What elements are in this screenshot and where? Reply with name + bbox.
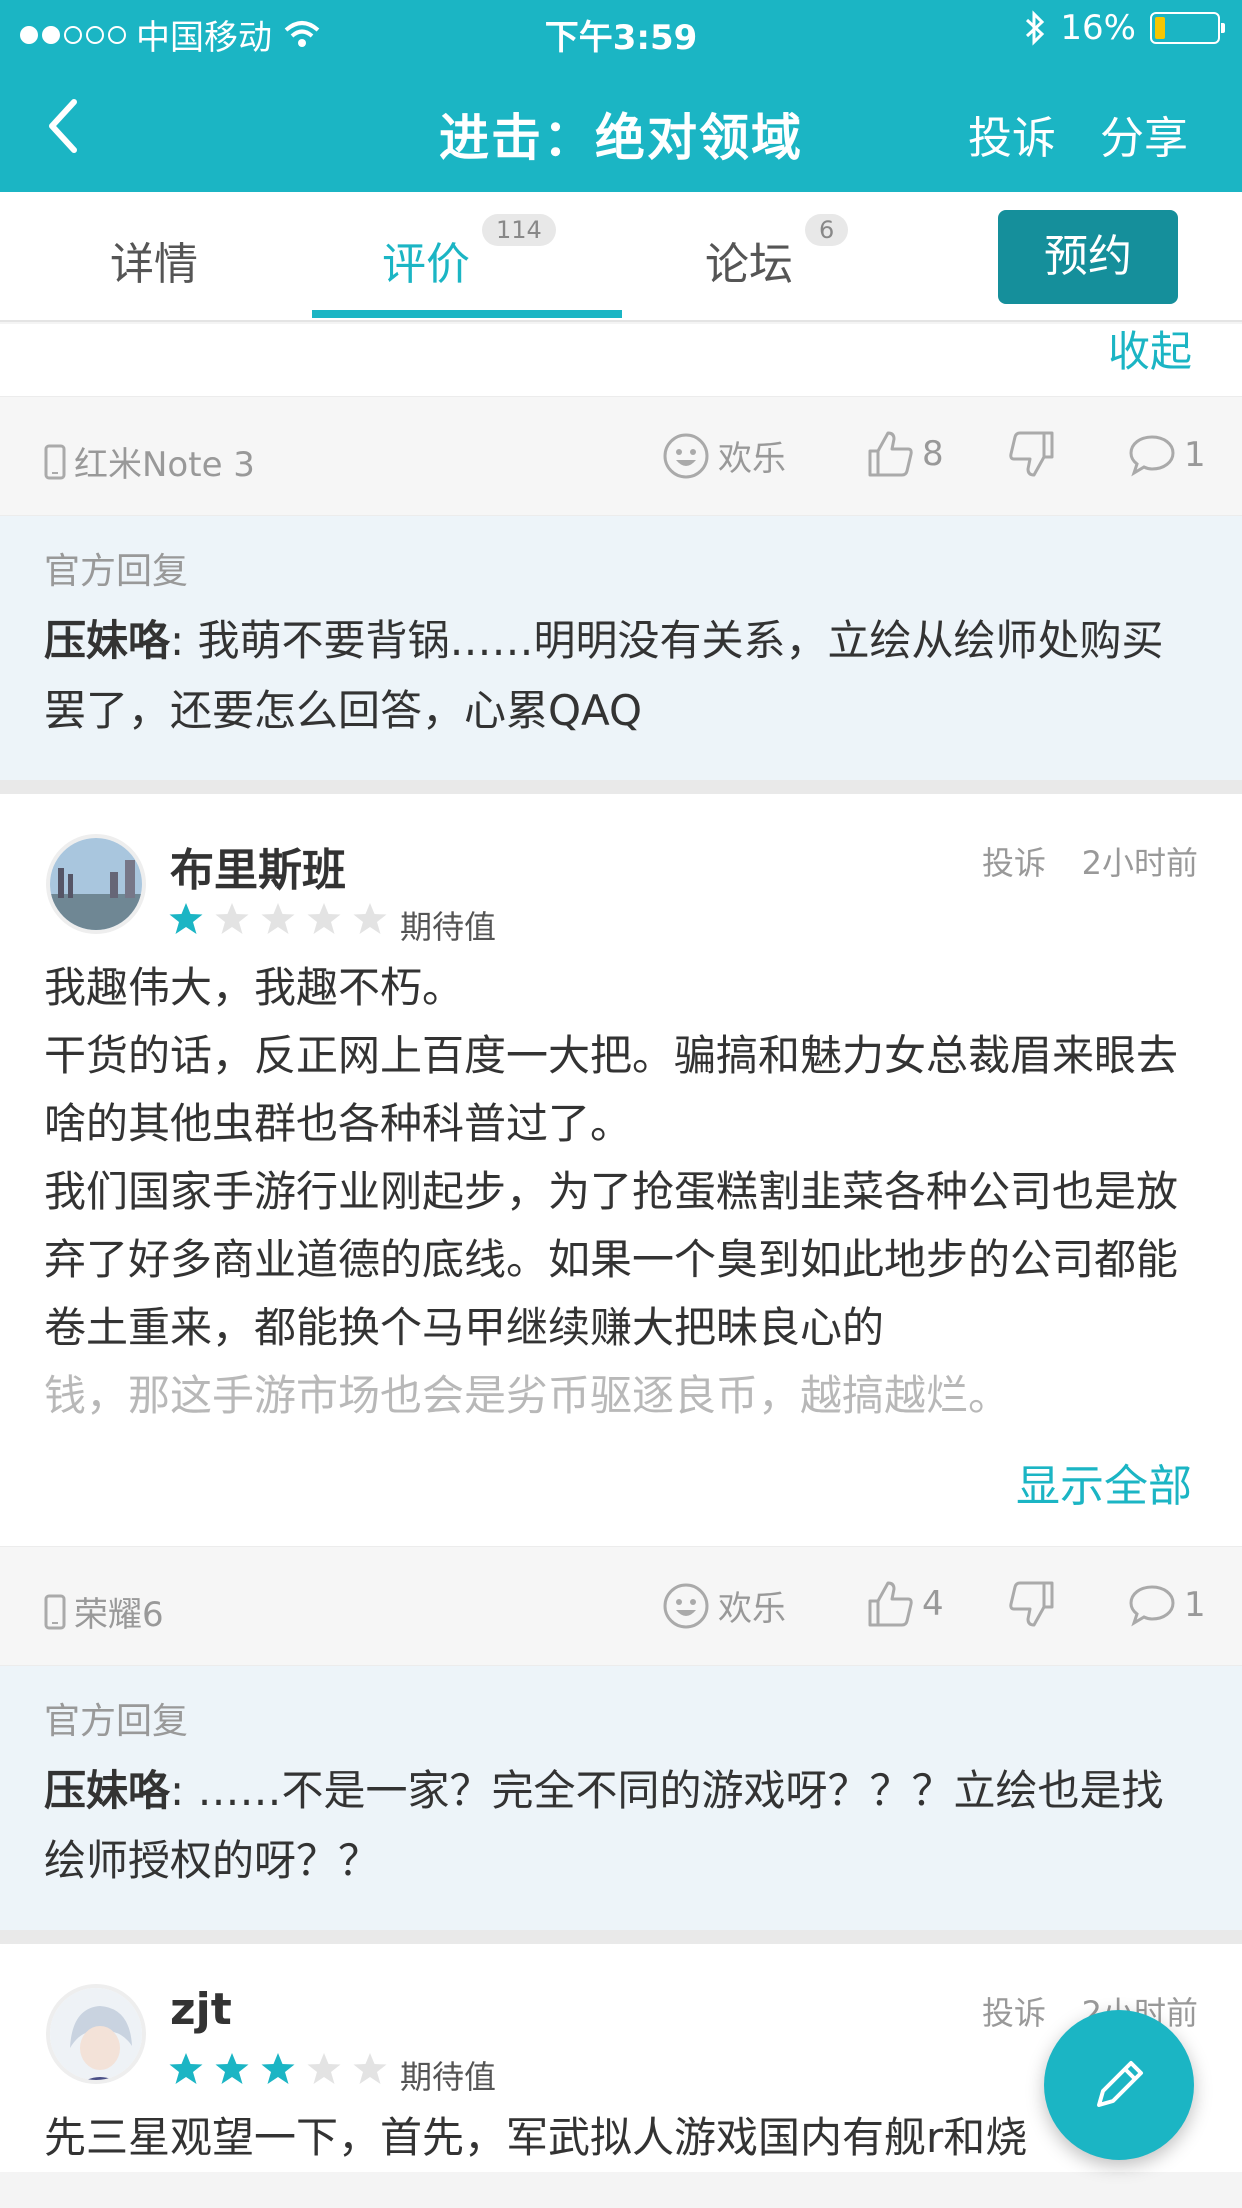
thumbs-up-icon xyxy=(868,431,913,477)
mood-tag: 欢乐 xyxy=(662,431,786,480)
expectation-label: 期待值 xyxy=(400,2058,497,2096)
review-line-faded: 钱，那这手游市场也会是劣币驱逐良币，越搞越烂。 xyxy=(44,1371,1011,1420)
official-reply: 官方回复 压妹咯: ……不是一家？完全不同的游戏呀？？？立绘也是找绘师授权的呀？… xyxy=(0,1666,1242,1944)
official-reply-text: 压妹咯: ……不是一家？完全不同的游戏呀？？？立绘也是找绘师授权的呀？？ xyxy=(44,1756,1198,1896)
reviewer-name[interactable]: 布里斯班 xyxy=(170,834,346,898)
star-icon xyxy=(307,2053,341,2084)
dislike-button[interactable] xyxy=(1008,1579,1056,1638)
star-rating xyxy=(168,902,388,936)
battery-icon xyxy=(1150,12,1225,44)
star-icon xyxy=(215,903,249,934)
review-line: 我趣伟大，我趣不朽。 xyxy=(44,963,465,1012)
status-bar: 中国移动 下午3:59 16% xyxy=(0,0,1242,62)
phone-icon xyxy=(44,1594,66,1629)
official-reply-label: 官方回复 xyxy=(44,1701,189,1742)
official-reply-text: 压妹咯: 我萌不要背锅……明明没有关系，立绘从绘师处购买罢了，还要怎么回答，心累… xyxy=(44,606,1198,746)
report-button[interactable]: 投诉 xyxy=(968,102,1056,166)
star-rating xyxy=(168,2052,388,2086)
star-icon xyxy=(215,2053,249,2084)
review-list[interactable]: 收起 红米Note 3 欢乐 8 1 官方回复 压妹咯: 我萌不要背锅……明明没… xyxy=(0,324,1242,2208)
device-name: 荣耀6 xyxy=(74,1595,164,1635)
dislike-button[interactable] xyxy=(1008,429,1056,488)
mood-label: 欢乐 xyxy=(718,1589,786,1629)
like-count: 4 xyxy=(922,1584,944,1624)
like-count: 8 xyxy=(922,434,944,474)
previous-review-tail: 收起 xyxy=(0,324,1242,396)
review-report-link[interactable]: 投诉 xyxy=(982,1988,1046,2034)
like-button[interactable]: 8 xyxy=(866,429,944,479)
star-icon xyxy=(307,903,341,934)
review-line: 先三星观望一下，首先，军武拟人游戏国内有舰r和烧 xyxy=(44,2113,1028,2162)
comment-count: 1 xyxy=(1184,435,1206,475)
comment-count: 1 xyxy=(1184,1585,1206,1625)
comment-icon xyxy=(1129,435,1175,477)
edit-icon xyxy=(1097,2061,1143,2107)
collapse-link[interactable]: 收起 xyxy=(1108,324,1192,379)
bluetooth-icon xyxy=(1026,10,1045,46)
review-line: 干货的话，反正网上百度一大把。骗搞和魅力女总裁眉来眼去啥的其他虫群也各种科普过了… xyxy=(44,1031,1179,1148)
phone-icon xyxy=(44,444,66,479)
review-report-link[interactable]: 投诉 xyxy=(982,838,1046,884)
review-time: 2小时前 xyxy=(1081,844,1198,882)
reviewer-name[interactable]: zjt xyxy=(170,1984,232,2035)
reply-author: 压妹咯 xyxy=(44,616,171,665)
mood-label: 欢乐 xyxy=(718,439,786,479)
thumbs-down-icon xyxy=(1009,431,1054,477)
status-right: 16% xyxy=(1024,8,1225,48)
tab-forum[interactable]: 论坛 6 xyxy=(705,214,849,292)
star-icon xyxy=(169,2053,203,2084)
reserve-button[interactable]: 预约 xyxy=(998,210,1178,304)
star-icon xyxy=(261,2053,295,2084)
mood-tag: 欢乐 xyxy=(662,1581,786,1630)
review-meta-row: 荣耀6 欢乐 4 1 xyxy=(0,1546,1242,1666)
device-info: 荣耀6 xyxy=(44,1587,164,1636)
avatar[interactable] xyxy=(46,834,146,934)
avatar[interactable] xyxy=(46,1984,146,2084)
reply-body: : ……不是一家？完全不同的游戏呀？？？立绘也是找绘师授权的呀？？ xyxy=(44,1766,1164,1885)
star-icon xyxy=(353,2053,387,2084)
official-reply-label: 官方回复 xyxy=(44,551,189,592)
nav-bar: 进击：绝对领域 投诉 分享 xyxy=(0,62,1242,192)
tab-label: 详情 xyxy=(110,239,198,290)
active-tab-indicator xyxy=(312,310,622,318)
tab-reviews[interactable]: 评价 114 xyxy=(382,214,556,292)
battery-percent: 16% xyxy=(1060,8,1136,48)
smile-icon xyxy=(663,433,709,478)
comment-icon xyxy=(1129,1585,1175,1627)
show-all-link[interactable]: 显示全部 xyxy=(0,1430,1242,1546)
comment-button[interactable]: 1 xyxy=(1128,1583,1206,1627)
review-header: 布里斯班 期待值 投诉 2小时前 xyxy=(0,794,1242,946)
share-button[interactable]: 分享 xyxy=(1100,102,1188,166)
device-name: 红米Note 3 xyxy=(74,445,255,485)
star-icon xyxy=(261,903,295,934)
review-count-badge: 114 xyxy=(482,214,556,246)
thumbs-down-icon xyxy=(1009,1581,1054,1627)
review-meta-row: 红米Note 3 欢乐 8 1 xyxy=(0,396,1242,516)
official-reply: 官方回复 压妹咯: 我萌不要背锅……明明没有关系，立绘从绘师处购买罢了，还要怎么… xyxy=(0,516,1242,794)
smile-icon xyxy=(663,1583,709,1628)
reply-author: 压妹咯 xyxy=(44,1766,171,1815)
comment-button[interactable]: 1 xyxy=(1128,433,1206,477)
tab-label: 论坛 xyxy=(705,239,793,290)
tab-label: 评价 xyxy=(382,239,470,290)
device-info: 红米Note 3 xyxy=(44,437,255,486)
reply-body: : 我萌不要背锅……明明没有关系，立绘从绘师处购买罢了，还要怎么回答，心累QAQ xyxy=(44,616,1164,735)
tab-details[interactable]: 详情 xyxy=(110,228,198,292)
review-line: 我们国家手游行业刚起步，为了抢蛋糕割韭菜各种公司也是放弃了好多商业道德的底线。如… xyxy=(44,1167,1179,1352)
expectation-label: 期待值 xyxy=(400,908,497,946)
write-review-button[interactable] xyxy=(1044,2010,1194,2160)
star-icon xyxy=(353,903,387,934)
like-button[interactable]: 4 xyxy=(866,1579,944,1629)
tab-bar: 详情 评价 114 论坛 6 预约 xyxy=(0,192,1242,322)
review-card: 布里斯班 期待值 投诉 2小时前 我趣伟大，我趣不朽。 干货的话，反正网上百度一… xyxy=(0,794,1242,1546)
star-icon xyxy=(169,903,203,934)
thumbs-up-icon xyxy=(868,1581,913,1627)
review-body: 我趣伟大，我趣不朽。 干货的话，反正网上百度一大把。骗搞和魅力女总裁眉来眼去啥的… xyxy=(0,944,1242,1430)
forum-count-badge: 6 xyxy=(805,214,849,246)
